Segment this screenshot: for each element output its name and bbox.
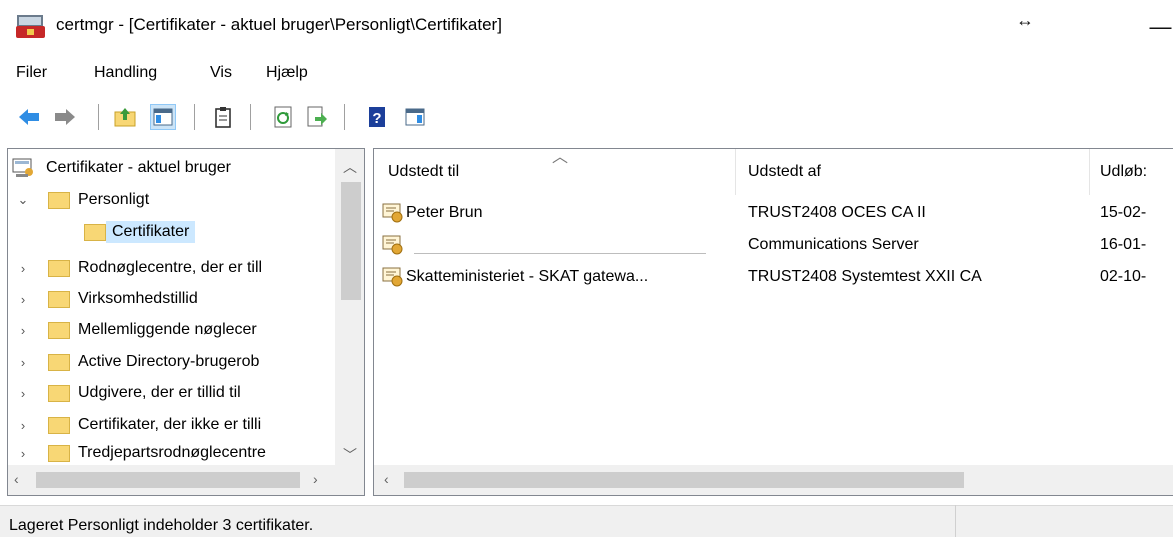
folder-icon xyxy=(48,259,70,277)
folder-icon xyxy=(48,191,70,209)
chevron-right-icon[interactable]: › xyxy=(14,355,32,370)
toolbar-separator xyxy=(344,104,345,130)
column-header-udloeb[interactable]: Udløb: xyxy=(1100,163,1147,181)
column-header-udstedt-af[interactable]: Udstedt af xyxy=(748,163,821,181)
menu-filer[interactable]: Filer xyxy=(16,64,47,82)
cell-issued-by: TRUST2408 Systemtest XXII CA xyxy=(748,268,982,285)
menu-vis[interactable]: Vis xyxy=(210,64,232,82)
status-text: Lageret Personligt indeholder 3 certifik… xyxy=(9,517,314,534)
cell-issued-to: Peter Brun xyxy=(406,204,483,221)
refresh-icon[interactable] xyxy=(270,104,296,130)
properties-icon[interactable] xyxy=(210,104,236,130)
sort-ascending-icon: ︿ xyxy=(552,149,569,166)
help-icon[interactable]: ? xyxy=(364,104,390,130)
table-row[interactable]: Communications Server 16-01- xyxy=(374,233,1173,261)
action-pane-icon[interactable] xyxy=(402,104,428,130)
tree-item-virksomhedstillid[interactable]: › Virksomhedstillid xyxy=(14,284,198,314)
status-separator xyxy=(955,505,956,537)
scroll-right-arrow-icon[interactable]: › xyxy=(313,471,318,487)
menu-bar xyxy=(0,58,1173,90)
column-header-udstedt-til[interactable]: Udstedt til xyxy=(388,163,459,181)
toolbar-separator xyxy=(250,104,251,130)
tree-item-label: Certifikater xyxy=(106,221,196,243)
tree-item-label: Tredjepartsrodnøglecentre xyxy=(78,444,266,461)
scroll-up-arrow-icon[interactable]: ︿ xyxy=(343,157,357,177)
tree-item-mellemliggende[interactable]: › Mellemliggende nøglecer xyxy=(14,315,257,345)
chevron-right-icon[interactable]: › xyxy=(14,386,32,401)
tree-root-label: Certifikater - aktuel bruger xyxy=(46,159,231,176)
tree-root[interactable]: Certifikater - aktuel bruger xyxy=(12,153,231,183)
certificate-list-pane[interactable]: ︿ Udstedt til Udstedt af Udløb: Peter Br… xyxy=(373,148,1173,496)
cell-expires: 02-10- xyxy=(1100,268,1147,285)
column-divider[interactable] xyxy=(1089,149,1090,195)
folder-icon xyxy=(48,321,70,339)
cell-issued-by: TRUST2408 OCES CA II xyxy=(748,204,926,221)
chevron-right-icon[interactable]: › xyxy=(14,323,32,338)
show-hide-tree-icon[interactable] xyxy=(150,104,176,130)
tree-item-ikke-tillid[interactable]: › Certifikater, der ikke er tilli xyxy=(14,410,261,440)
tree-vertical-scroll-thumb[interactable] xyxy=(341,182,361,300)
tree-item-label: Udgivere, der er tillid til xyxy=(78,384,241,401)
tree-item-certifikater[interactable]: Certifikater xyxy=(84,217,196,247)
tree-item-active-directory[interactable]: › Active Directory-brugerob xyxy=(14,347,259,377)
certificate-icon xyxy=(382,203,403,223)
folder-icon xyxy=(84,223,106,241)
forward-arrow-icon[interactable] xyxy=(52,104,78,130)
tree-pane[interactable]: Certifikater - aktuel bruger ⌄ Personlig… xyxy=(7,148,365,496)
toolbar-separator xyxy=(98,104,99,130)
chevron-right-icon[interactable]: › xyxy=(14,261,32,276)
tree-item-udgivere[interactable]: › Udgivere, der er tillid til xyxy=(14,378,241,408)
menu-handling[interactable]: Handling xyxy=(94,64,157,82)
tree-horizontal-scroll-thumb[interactable] xyxy=(36,472,300,488)
folder-icon xyxy=(48,353,70,371)
chevron-right-icon[interactable]: › xyxy=(14,292,32,307)
list-horizontal-scroll-thumb[interactable] xyxy=(404,472,964,488)
tree-item-personligt[interactable]: ⌄ Personligt xyxy=(14,185,149,215)
tree-item-label: Personligt xyxy=(78,191,150,208)
svg-text:?: ? xyxy=(372,110,381,127)
chevron-down-icon[interactable]: ⌄ xyxy=(14,192,32,208)
window-title: certmgr - [Certifikater - aktuel bruger\… xyxy=(56,15,502,34)
folder-icon xyxy=(48,416,70,434)
certificate-icon xyxy=(382,235,403,255)
table-row[interactable]: Peter Brun TRUST2408 OCES CA II 15-02- xyxy=(374,201,1173,229)
folder-icon xyxy=(48,290,70,308)
folder-icon xyxy=(48,384,70,402)
export-list-icon[interactable] xyxy=(304,104,330,130)
table-row[interactable]: Skatteministeriet - SKAT gatewa... TRUST… xyxy=(374,265,1173,293)
up-folder-icon[interactable] xyxy=(112,104,138,130)
cell-issued-by: Communications Server xyxy=(748,236,919,253)
chevron-right-icon[interactable]: › xyxy=(14,418,32,433)
certmgr-app-icon[interactable] xyxy=(16,13,46,39)
cell-expires: 16-01- xyxy=(1100,236,1147,253)
chevron-right-icon[interactable]: › xyxy=(14,446,32,461)
toolbar-separator xyxy=(194,104,195,130)
scroll-left-arrow-icon[interactable]: ‹ xyxy=(384,471,389,487)
menu-hjaelp[interactable]: Hjælp xyxy=(266,64,308,82)
scroll-down-arrow-icon[interactable]: ﹀ xyxy=(343,445,357,465)
tree-item-label: Virksomhedstillid xyxy=(78,290,198,307)
tree-item-label: Mellemliggende nøglecer xyxy=(78,321,257,338)
tree-item-tredjeparts[interactable]: › Tredjepartsrodnøglecentre xyxy=(14,441,266,465)
minimize-button[interactable]: — xyxy=(1148,8,1173,46)
tree-item-label: Certifikater, der ikke er tilli xyxy=(78,416,262,433)
back-arrow-icon[interactable] xyxy=(16,104,42,130)
resize-arrow-icon: ↔ xyxy=(1016,10,1034,30)
scroll-left-arrow-icon[interactable]: ‹ xyxy=(14,471,19,487)
tree-item-rodnoeglecentre[interactable]: › Rodnøglecentre, der er till xyxy=(14,253,262,283)
cell-expires: 15-02- xyxy=(1100,204,1147,221)
tree-item-label: Active Directory-brugerob xyxy=(78,353,260,370)
redacted-text xyxy=(414,253,706,254)
folder-icon xyxy=(48,444,70,462)
cell-issued-to: Skatteministeriet - SKAT gatewa... xyxy=(406,268,649,285)
column-divider[interactable] xyxy=(735,149,736,195)
certificate-icon xyxy=(382,267,403,287)
tree-item-label: Rodnøglecentre, der er till xyxy=(78,259,263,276)
certificate-store-icon xyxy=(12,158,33,177)
